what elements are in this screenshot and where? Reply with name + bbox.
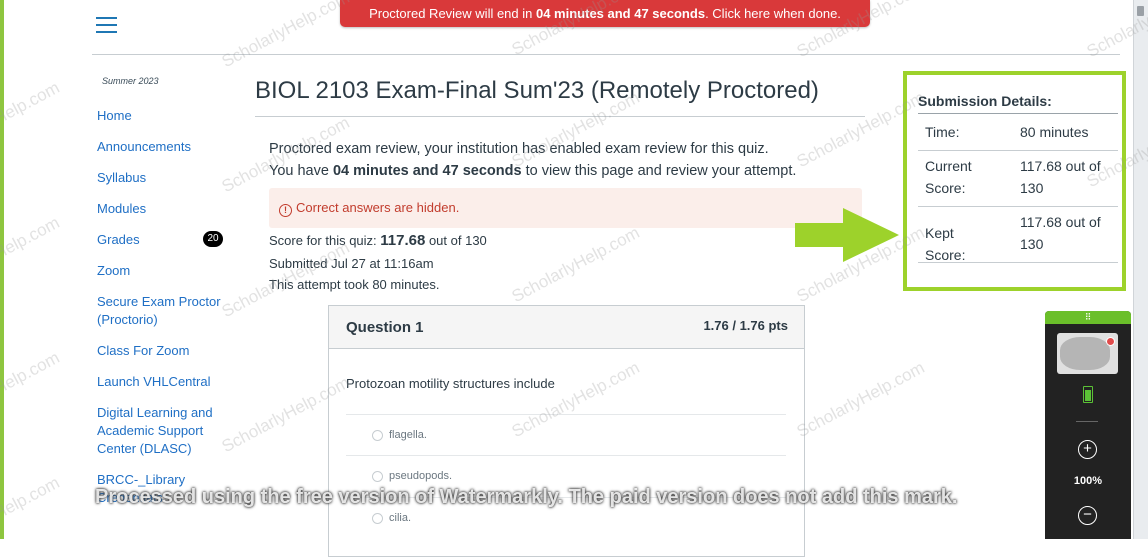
answer-text: flagella.	[389, 429, 427, 441]
hamburger-menu-icon[interactable]	[96, 17, 117, 33]
zoom-in-icon[interactable]: +	[1078, 440, 1097, 459]
alert-text: Correct answers are hidden.	[296, 200, 460, 215]
nav-dlasc[interactable]: Digital Learning and Academic Support Ce…	[97, 404, 232, 458]
answer-text: pseudopods.	[389, 470, 452, 482]
score-label: Score for this quiz:	[269, 233, 381, 248]
answer-text: cilia.	[389, 512, 412, 524]
nav-library[interactable]: BRCC-_Library	[97, 471, 232, 489]
kept-score-label: Kept Score:	[925, 225, 966, 263]
proctorio-widget: ⠿ + 100% −	[1045, 311, 1131, 539]
nav-class-for-zoom[interactable]: Class For Zoom	[97, 342, 232, 360]
submission-title: Submission Details:	[918, 93, 1052, 109]
submission-details-panel: Submission Details: Time: 80 minutes Cur…	[903, 71, 1126, 291]
submission-time-row: Time: 80 minutes	[918, 114, 1118, 151]
current-score-label: Current Score:	[925, 158, 972, 196]
nav-grades-label: Grades	[97, 232, 140, 247]
kept-score-value: 117.68 out of 130	[1020, 214, 1101, 252]
radio-icon[interactable]	[372, 430, 383, 441]
question-text: Protozoan motility structures include	[346, 376, 555, 391]
watermark-text: ScholarlyHelp.com	[0, 212, 63, 297]
quiz-score: Score for this quiz: 117.68 out of 130	[269, 231, 487, 251]
title-divider	[255, 116, 865, 117]
radio-icon[interactable]	[372, 471, 383, 482]
grades-count-badge: 20	[203, 231, 223, 247]
nav-vhlcentral[interactable]: Launch VHLCentral	[97, 373, 232, 391]
battery-icon	[1083, 386, 1093, 403]
question-points: 1.76 / 1.76 pts	[703, 318, 788, 333]
nav-home[interactable]: Home	[97, 107, 232, 125]
submitted-time: Submitted Jul 27 at 11:16am	[269, 256, 434, 271]
time-value: 80 minutes	[1020, 124, 1089, 140]
score-suffix: out of 130	[425, 233, 487, 248]
webcam-preview	[1057, 333, 1118, 374]
warning-icon: !	[279, 204, 292, 217]
intro-prefix: You have	[269, 163, 333, 179]
intro-line-1: Proctored exam review, your institution …	[269, 141, 769, 157]
banner-prefix: Proctored Review will end in	[369, 6, 536, 21]
widget-divider	[1076, 421, 1098, 422]
intro-suffix: to view this page and review your attemp…	[521, 163, 797, 179]
question-header: Question 1 1.76 / 1.76 pts	[329, 306, 804, 349]
vertical-scrollbar[interactable]	[1133, 0, 1148, 539]
score-value: 117.68	[380, 232, 426, 249]
zoom-out-icon[interactable]: −	[1078, 506, 1097, 525]
window-edge-left	[0, 0, 4, 539]
watermark-text: ScholarlyHelp.com	[793, 357, 928, 442]
course-term: Summer 2023	[102, 76, 159, 86]
attempt-duration: This attempt took 80 minutes.	[269, 277, 440, 292]
watermark-text: ScholarlyHelp.com	[218, 0, 353, 72]
answer-option[interactable]: pseudopods.	[346, 455, 786, 496]
zoom-level: 100%	[1073, 475, 1103, 487]
scrollbar-thumb[interactable]	[1137, 6, 1144, 16]
time-label: Time:	[925, 124, 960, 140]
watermark-text: ScholarlyHelp.com	[508, 222, 643, 307]
question-title: Question 1	[346, 319, 424, 336]
banner-time: 04 minutes and 47 seconds	[535, 6, 706, 21]
nav-credentials[interactable]: Credentials	[97, 489, 232, 507]
course-nav: Home Announcements Syllabus Modules Grad…	[97, 107, 232, 507]
webcam-feed	[1060, 337, 1110, 370]
question-card: Question 1 1.76 / 1.76 pts Protozoan mot…	[328, 305, 805, 557]
recording-indicator-icon	[1106, 337, 1115, 346]
nav-proctorio[interactable]: Secure Exam Proctor (Proctorio)	[97, 293, 232, 329]
nav-syllabus[interactable]: Syllabus	[97, 169, 232, 187]
proctored-review-banner[interactable]: Proctored Review will end in 04 minutes …	[340, 0, 870, 27]
banner-suffix: . Click here when done.	[705, 6, 841, 21]
green-arrow-icon	[795, 208, 899, 262]
answer-option[interactable]: cilia.	[346, 497, 786, 538]
nav-modules[interactable]: Modules	[97, 200, 232, 218]
nav-zoom[interactable]: Zoom	[97, 262, 232, 280]
watermark-text: ScholarlyHelp.com	[0, 347, 63, 432]
header-divider	[92, 54, 1120, 55]
kept-score-row: Kept Score: 117.68 out of 130	[918, 207, 1118, 263]
nav-grades[interactable]: Grades 20	[97, 231, 232, 249]
watermark-text: ScholarlyHelp.com	[0, 77, 63, 162]
current-score-row: Current Score: 117.68 out of 130	[918, 151, 1118, 207]
review-intro: Proctored exam review, your institution …	[269, 138, 829, 182]
watermark-text: ScholarlyHelp.com	[0, 472, 63, 557]
intro-time: 04 minutes and 47 seconds	[332, 163, 522, 179]
current-score-value: 117.68 out of 130	[1020, 158, 1101, 196]
radio-icon[interactable]	[372, 513, 383, 524]
quiz-title: BIOL 2103 Exam-Final Sum'23 (Remotely Pr…	[255, 77, 819, 104]
answers-hidden-alert: ! Correct answers are hidden.	[269, 188, 862, 228]
answer-option[interactable]: flagella.	[346, 414, 786, 455]
nav-announcements[interactable]: Announcements	[97, 138, 232, 156]
intro-line-2: You have 04 minutes and 47 seconds to vi…	[269, 160, 829, 182]
drag-handle-icon[interactable]: ⠿	[1045, 311, 1131, 324]
